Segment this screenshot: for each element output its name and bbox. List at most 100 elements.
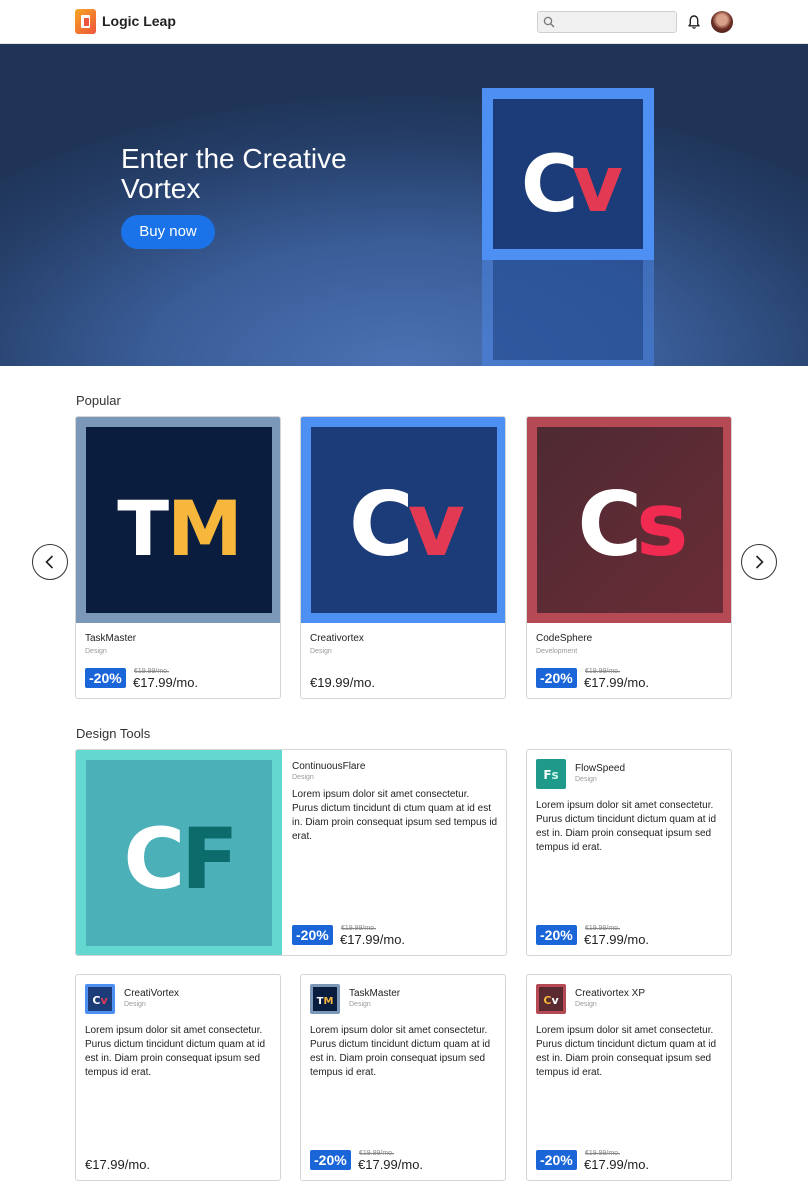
current-price: €17.99/mo. [85, 1157, 151, 1172]
tool-card-taskmaster[interactable]: TM TaskMaster Design Lorem ipsum dolor s… [300, 974, 506, 1181]
current-price: €17.99/mo. [584, 932, 650, 947]
tool-card-creativortex-xp[interactable]: Cv Creativortex XP Design Lorem ipsum do… [526, 974, 732, 1181]
discount-badge: -20% [310, 1150, 351, 1170]
popular-card-creativortex[interactable]: Cv Creativortex Design €19.99/mo. [300, 416, 506, 699]
buy-now-button[interactable]: Buy now [121, 215, 215, 249]
creativortex-artwork: Cv [301, 417, 505, 623]
codesphere-artwork: Cs [527, 417, 731, 623]
old-price: €19.99/mo. [134, 668, 170, 675]
hero-banner: Enter the Creative Vortex Buy now Cv Cv [0, 44, 808, 366]
current-price: €17.99/mo. [340, 932, 406, 947]
search-input[interactable] [560, 14, 672, 30]
svg-text:Fs: Fs [543, 768, 558, 782]
flowspeed-icon: Fs [536, 759, 566, 789]
hero-title: Enter the Creative Vortex [121, 143, 347, 204]
price-row: -20% €19.99/mo. €17.99/mo. [85, 668, 275, 690]
product-category: Design [292, 774, 314, 781]
svg-text:Cs: Cs [578, 473, 686, 576]
product-name: Creativortex [310, 633, 364, 644]
svg-text:Cv: Cv [543, 994, 559, 1007]
current-price: €17.99/mo. [584, 675, 650, 690]
svg-text:Cv: Cv [521, 348, 622, 360]
product-name: TaskMaster [349, 988, 401, 999]
brand-name[interactable]: Logic Leap [102, 13, 176, 29]
chevron-right-icon [755, 555, 764, 569]
search-box[interactable] [537, 11, 677, 33]
continuousflare-artwork: CF [76, 750, 282, 955]
product-name: ContinuousFlare [292, 761, 366, 772]
tm-logo-mark: TM [117, 484, 242, 573]
cf-logo-mark: CF [123, 810, 238, 908]
product-category: Design [575, 1001, 597, 1008]
product-category: Design [124, 1001, 146, 1008]
cv-logo-mark: Cv [521, 140, 628, 230]
product-description: Lorem ipsum dolor sit amet consectetur. … [536, 1025, 717, 1078]
current-price: €17.99/mo. [584, 1157, 650, 1172]
taskmaster-artwork: TM [76, 417, 280, 623]
creativortex-icon: Cv [85, 984, 115, 1014]
price-row: -20% €19.99/mo. €17.99/mo. [310, 1150, 500, 1172]
price-row: -20% €19.99/mo. €17.99/mo. [536, 1150, 726, 1172]
svg-text:Cv: Cv [349, 473, 465, 576]
featured-card-continuousflare[interactable]: CF ContinuousFlare Design Lorem ipsum do… [75, 749, 507, 956]
popular-card-taskmaster[interactable]: TM TaskMaster Design -20% €19.99/mo. €17… [75, 416, 281, 699]
search-icon [543, 16, 555, 28]
product-name: CreatiVortex [124, 988, 180, 999]
current-price: €19.99/mo. [310, 675, 376, 690]
popular-card-codesphere[interactable]: Cs CodeSphere Development -20% €19.99/mo… [526, 416, 732, 699]
price-row: €19.99/mo. [310, 668, 500, 690]
discount-badge: -20% [536, 1150, 577, 1170]
cv-logo-mark: Cv [349, 473, 471, 576]
product-category: Design [575, 776, 597, 783]
carousel-next-button[interactable] [741, 544, 777, 580]
product-category: Design [310, 648, 332, 655]
old-price: €19.99/mo. [585, 925, 621, 932]
product-category: Design [349, 1001, 371, 1008]
product-description: Lorem ipsum dolor sit amet consectetur. … [85, 1025, 266, 1078]
product-description: Lorem ipsum dolor sit amet consectetur. … [310, 1025, 491, 1078]
cv-logo-reflection-mark: Cv [521, 348, 628, 360]
product-name: Creativortex XP [575, 988, 646, 999]
product-category: Design [85, 648, 107, 655]
taskmaster-icon: TM [310, 984, 340, 1014]
logic-leap-logo[interactable] [75, 9, 96, 34]
discount-badge: -20% [85, 668, 126, 688]
current-price: €17.99/mo. [133, 675, 199, 690]
price-row: -20% €19.99/mo. €17.99/mo. [292, 925, 492, 947]
chevron-left-icon [45, 555, 54, 569]
top-header: Logic Leap [0, 0, 808, 44]
hero-creativortex-logo[interactable]: Cv [482, 88, 654, 260]
product-description: Lorem ipsum dolor sit amet consectetur. … [536, 800, 717, 853]
carousel-prev-button[interactable] [32, 544, 68, 580]
svg-text:Cv: Cv [521, 140, 622, 230]
creativortex-xp-icon: Cv [536, 984, 566, 1014]
svg-text:Cv: Cv [92, 994, 108, 1007]
product-name: TaskMaster [85, 633, 137, 644]
old-price: €19.99/mo. [341, 925, 377, 932]
price-row: €17.99/mo. [85, 1150, 275, 1172]
hero-logo-reflection: Cv [482, 260, 654, 366]
tool-card-flowspeed[interactable]: Fs FlowSpeed Design Lorem ipsum dolor si… [526, 749, 732, 956]
bell-icon[interactable] [687, 14, 701, 30]
price-row: -20% €19.99/mo. €17.99/mo. [536, 925, 726, 947]
svg-text:TM: TM [317, 996, 334, 1007]
user-avatar[interactable] [711, 11, 733, 33]
tool-card-creativortex[interactable]: Cv CreatiVortex Design Lorem ipsum dolor… [75, 974, 281, 1181]
cs-logo-mark: Cs [578, 473, 692, 576]
discount-badge: -20% [292, 925, 333, 945]
popular-section-title: Popular [76, 393, 121, 408]
svg-text:TM: TM [117, 484, 240, 573]
design-tools-section-title: Design Tools [76, 726, 151, 741]
old-price: €19.99/mo. [585, 1150, 621, 1157]
product-name: CodeSphere [536, 633, 593, 644]
discount-badge: -20% [536, 925, 577, 945]
discount-badge: -20% [536, 668, 577, 688]
price-row: -20% €19.99/mo. €17.99/mo. [536, 668, 726, 690]
svg-text:CF: CF [123, 810, 234, 908]
current-price: €17.99/mo. [358, 1157, 424, 1172]
product-category: Development [536, 648, 578, 655]
old-price: €19.99/mo. [585, 668, 621, 675]
product-description: Lorem ipsum dolor sit amet consectetur. … [292, 789, 498, 842]
old-price: €19.99/mo. [359, 1150, 395, 1157]
product-name: FlowSpeed [575, 763, 626, 774]
